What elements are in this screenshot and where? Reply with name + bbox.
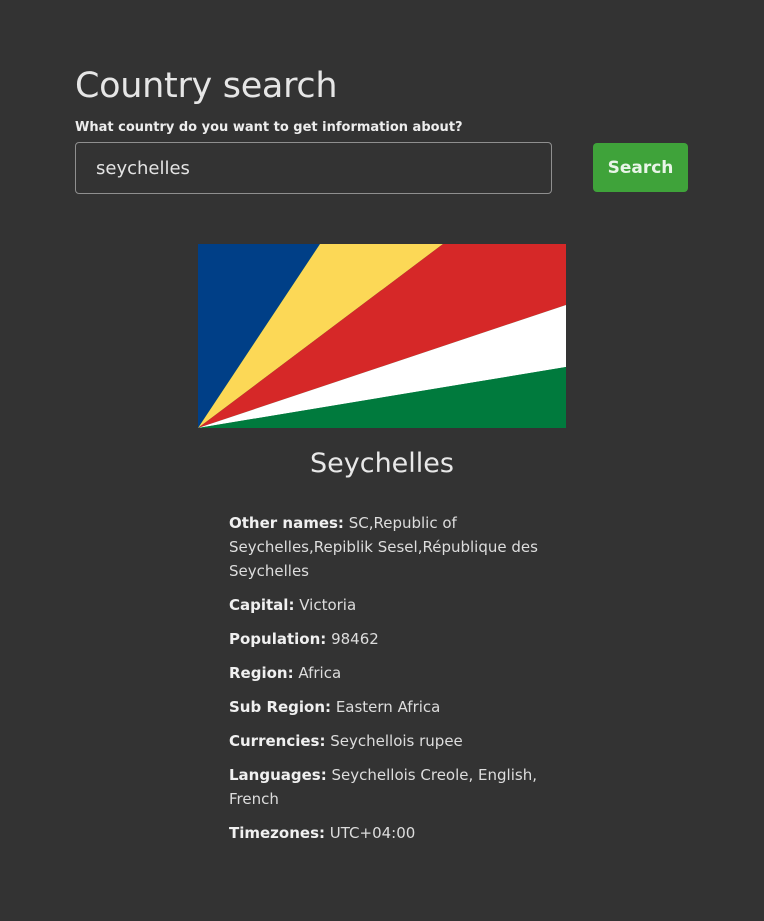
detail-timezones: Timezones: UTC+04:00 bbox=[229, 821, 549, 845]
detail-languages: Languages: Seychellois Creole, English, … bbox=[229, 763, 549, 811]
detail-sub-region: Sub Region: Eastern Africa bbox=[229, 695, 549, 719]
detail-label: Capital: bbox=[229, 596, 295, 614]
detail-capital: Capital: Victoria bbox=[229, 593, 549, 617]
detail-value: Eastern Africa bbox=[335, 698, 441, 716]
search-button[interactable]: Search bbox=[593, 143, 688, 192]
detail-label: Other names: bbox=[229, 514, 344, 532]
search-prompt-label: What country do you want to get informat… bbox=[75, 120, 463, 135]
country-name-heading: Seychelles bbox=[310, 448, 454, 479]
page-title: Country search bbox=[75, 66, 338, 106]
country-search-page: Country search What country do you want … bbox=[0, 0, 764, 921]
detail-value: Victoria bbox=[299, 596, 357, 614]
country-flag bbox=[198, 244, 566, 428]
detail-value: Seychellois rupee bbox=[330, 732, 463, 750]
detail-label: Languages: bbox=[229, 766, 327, 784]
detail-value: 98462 bbox=[331, 630, 379, 648]
detail-population: Population: 98462 bbox=[229, 627, 549, 651]
detail-currencies: Currencies: Seychellois rupee bbox=[229, 729, 549, 753]
detail-value: Africa bbox=[298, 664, 342, 682]
detail-label: Sub Region: bbox=[229, 698, 332, 716]
detail-label: Population: bbox=[229, 630, 327, 648]
country-details: Other names: SC,Republic of Seychelles,R… bbox=[229, 511, 549, 855]
detail-other-names: Other names: SC,Republic of Seychelles,R… bbox=[229, 511, 549, 583]
detail-label: Timezones: bbox=[229, 824, 325, 842]
detail-label: Currencies: bbox=[229, 732, 326, 750]
country-search-input[interactable] bbox=[75, 142, 552, 194]
detail-region: Region: Africa bbox=[229, 661, 549, 685]
detail-label: Region: bbox=[229, 664, 294, 682]
detail-value: UTC+04:00 bbox=[329, 824, 416, 842]
